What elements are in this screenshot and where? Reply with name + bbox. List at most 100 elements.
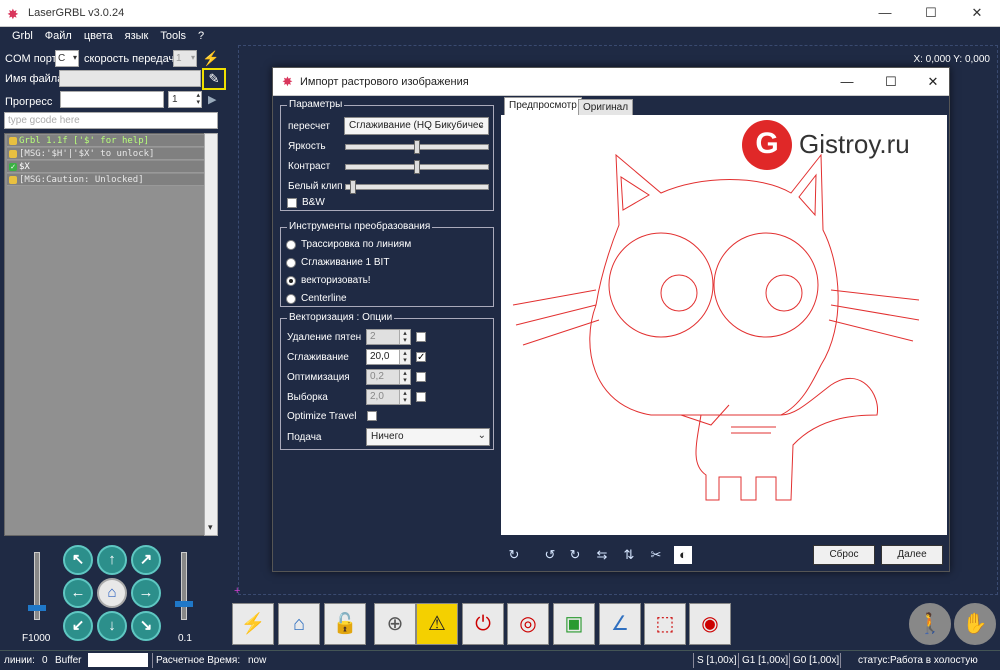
laser-warning-icon[interactable]: ⚠ — [416, 603, 458, 645]
menu-tools[interactable]: Tools — [154, 27, 192, 42]
jog-up-button[interactable]: ↑ — [97, 545, 127, 575]
feed-slider[interactable] — [28, 552, 46, 620]
reset-button[interactable]: Сброс — [813, 545, 875, 565]
g0-override[interactable]: G0 [1,00x] — [793, 655, 839, 666]
jog-up-right-button[interactable]: ↗ — [131, 545, 161, 575]
resize-frame-icon[interactable]: ⬚ — [644, 603, 686, 645]
tab-original[interactable]: Оригинал — [578, 99, 634, 116]
stop-icon[interactable]: ⏻ — [462, 603, 504, 645]
globe-icon[interactable]: ⊕ — [374, 603, 416, 645]
record-icon[interactable]: ◉ — [689, 603, 731, 645]
flip-horizontal-icon[interactable]: ⇆ — [593, 546, 611, 564]
jog-up-left-button[interactable]: ↖ — [63, 545, 93, 575]
hand-stop-icon[interactable]: ✋ — [954, 603, 996, 645]
bw-label: B&W — [302, 197, 325, 208]
optimize-input[interactable]: 0,2 ▴ ▾ — [366, 369, 411, 385]
minimize-button[interactable]: — — [862, 0, 908, 26]
jog-left-button[interactable]: ← — [63, 578, 93, 608]
dialog-close-button[interactable]: ✕ — [911, 68, 955, 95]
gcode-input[interactable]: type gcode here — [4, 112, 218, 129]
jog-down-button[interactable]: ↓ — [97, 611, 127, 641]
run-icon[interactable]: ▶ — [208, 93, 216, 106]
time-value: now — [248, 655, 267, 666]
jog-right-button[interactable]: → — [131, 578, 161, 608]
step-slider[interactable] — [175, 552, 193, 620]
jog-down-right-button[interactable]: ↘ — [131, 611, 161, 641]
dialog-minimize-button[interactable]: — — [825, 68, 869, 95]
next-button[interactable]: Далее — [881, 545, 943, 565]
rotate-left-icon[interactable]: ↺ — [541, 546, 559, 564]
com-port-select[interactable]: C ▾ — [55, 50, 79, 67]
bw-checkbox[interactable] — [287, 198, 297, 208]
jog-down-left-button[interactable]: ↙ — [63, 611, 93, 641]
home-button[interactable]: ⌂ — [97, 578, 127, 608]
s-override[interactable]: S [1,00x] — [697, 655, 736, 666]
radio-centerline[interactable] — [286, 294, 296, 304]
smoothing-input[interactable]: 20,0 ▴ ▾ — [366, 349, 411, 365]
rotate-right-icon[interactable]: ↻ — [566, 546, 584, 564]
resample-select[interactable]: Сглаживание (HQ Бикубичес ⌄ — [344, 117, 489, 135]
vectorize-options-group: Векторизация : Опции Удаление пятен 2 ▴ ▾ … — [280, 312, 494, 450]
smoothing-checkbox[interactable]: ✓ — [416, 352, 426, 363]
frame-icon[interactable]: ▣ — [553, 603, 595, 645]
contrast-thumb[interactable] — [414, 160, 420, 174]
menu-help[interactable]: ? — [192, 27, 210, 42]
brightness-slider[interactable] — [345, 140, 489, 154]
radio-line-tracing[interactable] — [286, 240, 296, 250]
downsample-input[interactable]: 2,0 ▴ ▾ — [366, 389, 411, 405]
console-line: [MSG:Caution: Unlocked] — [7, 174, 215, 186]
file-name-field[interactable] — [59, 70, 201, 87]
menu-file[interactable]: Файл — [39, 27, 78, 42]
brightness-thumb[interactable] — [414, 140, 420, 154]
tab-preview[interactable]: Предпросмотр — [504, 97, 582, 116]
step-slider-thumb[interactable] — [175, 601, 193, 607]
flip-vertical-icon[interactable]: ⇅ — [620, 546, 638, 564]
menu-language[interactable]: язык — [119, 27, 155, 42]
lightning-icon[interactable]: ⚡ — [232, 603, 274, 645]
feed-slider-thumb[interactable] — [28, 605, 46, 611]
walk-icon[interactable]: 🚶 — [909, 603, 951, 645]
despeckle-checkbox[interactable] — [416, 332, 426, 342]
dialog-maximize-button[interactable]: ☐ — [869, 68, 913, 95]
smoothing-label: Сглаживание — [287, 352, 349, 363]
invert-icon[interactable]: ◐ — [674, 546, 692, 564]
g1-override[interactable]: G1 [1,00x] — [742, 655, 788, 666]
bottom-toolbar: ⚡ ⌂ 🔓 ⊕ ⚠ ⏻ ◎ ▣ ∠ ⬚ ◉ 🚶 ✋ — [230, 600, 1000, 650]
maximize-button[interactable]: ☐ — [908, 0, 954, 26]
lines-value: 0 — [42, 655, 48, 666]
repeat-count-input[interactable]: 1 ▴ ▾ — [168, 91, 202, 108]
close-button[interactable]: ✕ — [954, 0, 1000, 26]
optimize-checkbox[interactable] — [416, 372, 426, 382]
fill-select[interactable]: Ничего ⌄ — [366, 428, 490, 446]
home-position-icon[interactable]: ⌂ — [278, 603, 320, 645]
contrast-slider[interactable] — [345, 160, 489, 174]
optimize-label: Оптимизация — [287, 372, 350, 383]
radio-1bit-dithering[interactable] — [286, 258, 296, 268]
radio-vectorize[interactable] — [286, 276, 296, 286]
vectorize-options-title: Векторизация : Опции — [287, 312, 395, 323]
white-clip-slider[interactable] — [345, 180, 489, 194]
unlock-icon[interactable]: 🔓 — [324, 603, 366, 645]
rotate-icon[interactable]: ↻ — [505, 546, 523, 564]
white-clip-thumb[interactable] — [350, 180, 356, 194]
conversion-tools-title: Инструменты преобразования — [287, 221, 433, 232]
target-icon[interactable]: ◎ — [507, 603, 549, 645]
menu-grbl[interactable]: Grbl — [0, 27, 39, 42]
menu-colors[interactable]: цвета — [78, 27, 119, 42]
optimize-travel-label: Optimize Travel — [287, 411, 357, 422]
crop-icon[interactable]: ✂ — [647, 546, 665, 564]
connect-icon[interactable]: ⚡ — [202, 50, 219, 67]
despeckle-input[interactable]: 2 ▴ ▾ — [366, 329, 411, 345]
baud-select[interactable]: 1 ▾ — [173, 50, 197, 67]
feed-fill-label: Подача — [287, 432, 322, 443]
axis-icon[interactable]: ∠ — [599, 603, 641, 645]
dialog-app-icon: ✸ — [282, 74, 293, 89]
parameters-group: Параметры пересчет Сглаживание (HQ Бикуб… — [280, 99, 494, 211]
optimize-travel-checkbox[interactable] — [367, 411, 377, 421]
progress-bar — [60, 91, 164, 108]
com-port-label: COM порт — [5, 53, 57, 65]
downsample-checkbox[interactable] — [416, 392, 426, 402]
open-file-icon[interactable]: ✎ — [202, 68, 226, 90]
console-scrollbar[interactable]: ▾ — [204, 133, 218, 536]
console-line: ✓ $X — [7, 161, 215, 173]
